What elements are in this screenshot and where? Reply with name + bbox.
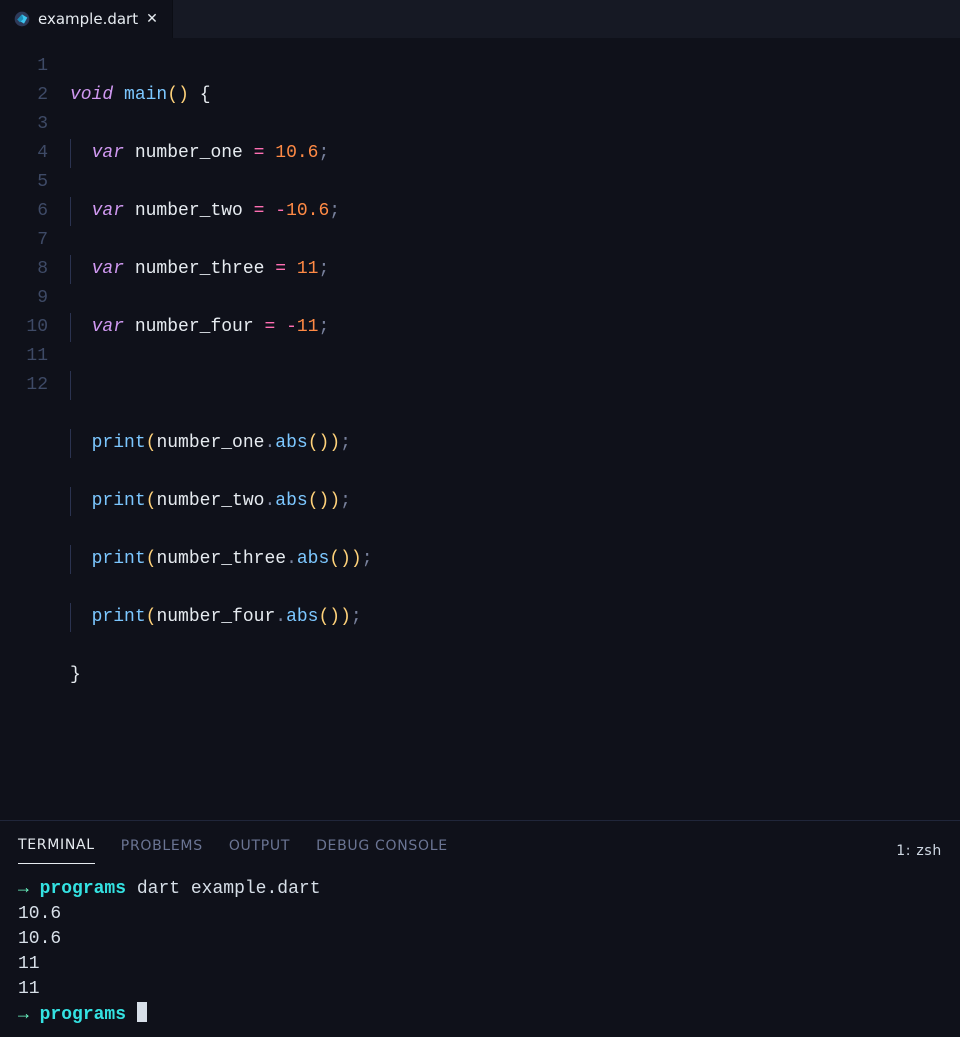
code-line: print(number_one.abs()); [70,429,960,458]
line-number-gutter: 1 2 3 4 5 6 7 8 9 10 11 12 [0,52,70,806]
code-line: var number_one = 10.6; [70,139,960,168]
editor-tab[interactable]: example.dart ✕ [0,0,173,38]
tab-close-icon[interactable]: ✕ [146,11,158,27]
tab-bar: example.dart ✕ [0,0,960,38]
bottom-panel: TERMINAL PROBLEMS OUTPUT DEBUG CONSOLE 1… [0,820,960,1037]
terminal-line: → programs dart example.dart [18,877,942,902]
line-number: 12 [0,371,48,400]
code-line [70,719,960,748]
terminal-shell-dropdown[interactable]: 1: zsh [896,843,942,859]
line-number: 7 [0,226,48,255]
line-number: 1 [0,52,48,81]
code-line: print(number_three.abs()); [70,545,960,574]
code-area[interactable]: void main() { var number_one = 10.6; var… [70,52,960,806]
code-line: var number_four = -11; [70,313,960,342]
tab-terminal[interactable]: TERMINAL [18,837,95,864]
line-number: 5 [0,168,48,197]
terminal-output[interactable]: → programs dart example.dart 10.6 10.6 1… [0,867,960,1037]
terminal-cursor [137,1002,147,1022]
line-number: 8 [0,255,48,284]
line-number: 11 [0,342,48,371]
tab-problems[interactable]: PROBLEMS [121,838,203,864]
code-line [70,371,960,400]
terminal-line: 10.6 [18,927,942,952]
terminal-line: 11 [18,977,942,1002]
panel-tab-bar: TERMINAL PROBLEMS OUTPUT DEBUG CONSOLE 1… [0,827,960,867]
code-line: } [70,661,960,690]
code-line: var number_three = 11; [70,255,960,284]
line-number: 4 [0,139,48,168]
tab-output[interactable]: OUTPUT [229,838,290,864]
code-line: void main() { [70,81,960,110]
tab-debug-console[interactable]: DEBUG CONSOLE [316,838,448,864]
line-number: 10 [0,313,48,342]
code-line: print(number_four.abs()); [70,603,960,632]
code-line: print(number_two.abs()); [70,487,960,516]
line-number: 2 [0,81,48,110]
line-number: 3 [0,110,48,139]
line-number: 9 [0,284,48,313]
code-line: var number_two = -10.6; [70,197,960,226]
line-number: 6 [0,197,48,226]
code-editor[interactable]: 1 2 3 4 5 6 7 8 9 10 11 12 void main() {… [0,38,960,820]
dart-file-icon [14,11,30,27]
terminal-line: 10.6 [18,902,942,927]
terminal-line: → programs [18,1002,942,1028]
terminal-line: 11 [18,952,942,977]
tab-filename: example.dart [38,10,138,28]
